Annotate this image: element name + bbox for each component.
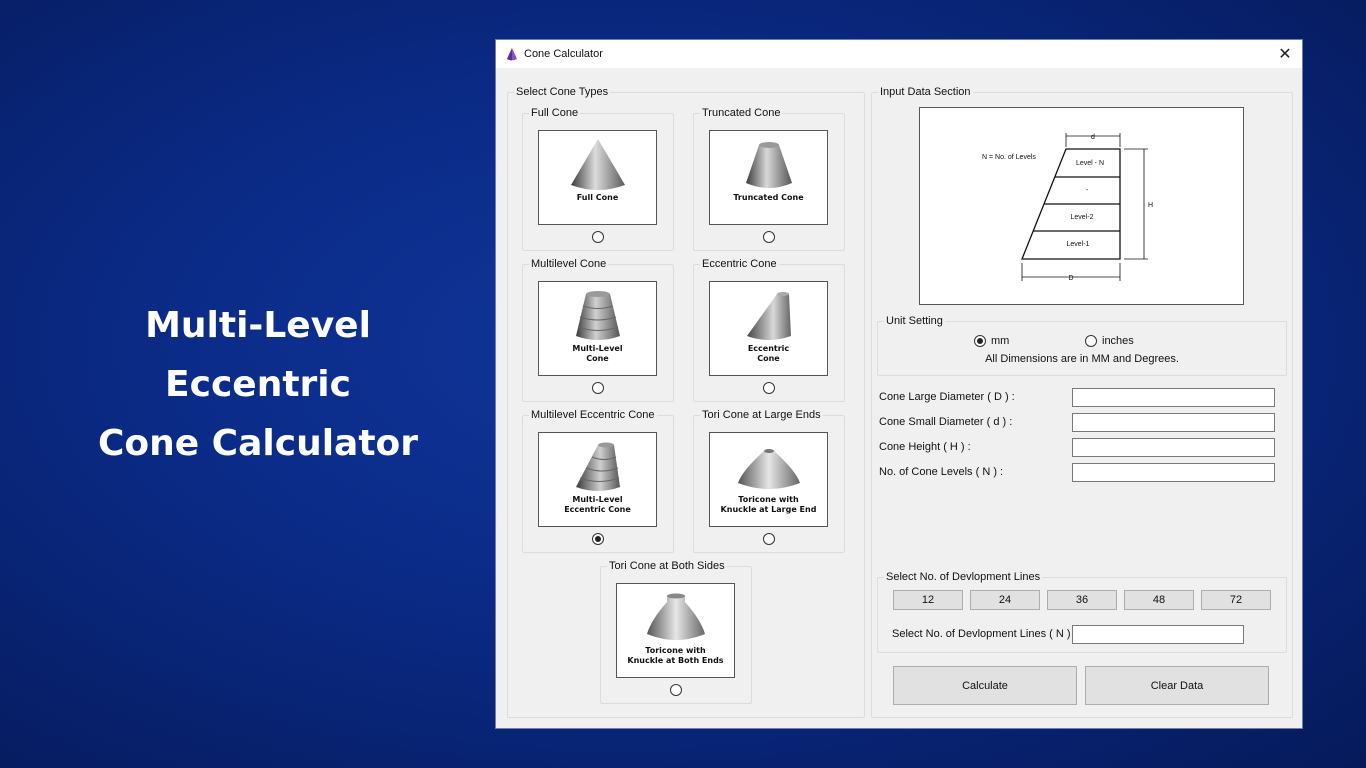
- unit-inches-radio[interactable]: [1085, 335, 1097, 347]
- cone-caption: Toricone with Knuckle at Large End: [720, 495, 817, 514]
- cone-caption: Multi-Level Eccentric Cone: [564, 495, 631, 514]
- cone-caption: Eccentric Cone: [747, 344, 790, 363]
- diagram-legend: N = No. of Levels: [982, 154, 1036, 161]
- diagram-level-n: Level - N: [1076, 160, 1104, 167]
- full-cone-image: Full Cone: [538, 130, 657, 225]
- tori-both-cone-radio[interactable]: [670, 684, 682, 696]
- diagram-level-2: Level-2: [1071, 214, 1094, 221]
- unit-mm-radio[interactable]: [974, 335, 986, 347]
- eccentric-cone-image: Eccentric Cone: [709, 281, 828, 376]
- truncated-cone-icon: [745, 142, 792, 188]
- close-button[interactable]: ✕: [1274, 43, 1296, 65]
- dev-lines-input-label: Select No. of Devlopment Lines ( N ) :: [892, 628, 1077, 640]
- tori-large-cone-radio[interactable]: [763, 533, 775, 545]
- cone-levels-label: No. of Cone Levels ( N ) :: [879, 466, 1004, 478]
- unit-setting-label: Unit Setting: [884, 314, 945, 328]
- unit-inches-label: inches: [1102, 335, 1134, 347]
- cone-option-multilevel: Multilevel Cone Multi-Level Cone: [522, 257, 674, 402]
- cone-levels-diagram: N = No. of Levels d D H Level - N - Leve…: [919, 107, 1244, 305]
- cone-option-multilevel-eccentric: Multilevel Eccentric Cone Multi-Level Ec…: [522, 408, 674, 553]
- hero-title: Multi-Level Eccentric Cone Calculator: [48, 296, 468, 473]
- diagram-level-1: Level-1: [1067, 241, 1090, 248]
- small-diameter-label: Cone Small Diameter ( d ) :: [879, 416, 1013, 428]
- full-cone-radio[interactable]: [592, 231, 604, 243]
- unit-inches-option[interactable]: inches: [1085, 335, 1134, 347]
- small-diameter-input[interactable]: [1072, 413, 1275, 432]
- multilevel-cone-icon: [575, 291, 620, 340]
- dev-lines-72-button[interactable]: 72: [1201, 590, 1271, 610]
- cone-card-label: Truncated Cone: [700, 106, 783, 120]
- cone-option-truncated: Truncated Cone Truncated Cone: [693, 106, 845, 251]
- multilevel-eccentric-cone-radio[interactable]: [592, 533, 604, 545]
- dev-lines-36-button[interactable]: 36: [1047, 590, 1117, 610]
- cone-levels-input[interactable]: [1072, 463, 1275, 482]
- cone-option-eccentric: Eccentric Cone Eccentric Cone: [693, 257, 845, 402]
- dev-lines-24-button[interactable]: 24: [970, 590, 1040, 610]
- unit-mm-option[interactable]: mm: [974, 335, 1009, 347]
- unit-note: All Dimensions are in MM and Degrees.: [985, 353, 1179, 365]
- input-data-label: Input Data Section: [878, 85, 973, 99]
- tori-large-cone-icon: [737, 449, 800, 489]
- large-diameter-input[interactable]: [1072, 388, 1275, 407]
- title-bar: Cone Calculator ✕: [496, 40, 1302, 68]
- cone-option-tori-large: Tori Cone at Large Ends Toricone with Kn…: [693, 408, 845, 553]
- multilevel-eccentric-cone-icon: [575, 442, 620, 491]
- cone-caption: Truncated Cone: [733, 193, 804, 202]
- cone-caption: Full Cone: [576, 193, 619, 202]
- cone-option-tori-both: Tori Cone at Both Sides Toricone with Kn…: [600, 559, 752, 704]
- multilevel-cone-image: Multi-Level Cone: [538, 281, 657, 376]
- eccentric-cone-radio[interactable]: [763, 382, 775, 394]
- cone-card-label: Full Cone: [529, 106, 581, 120]
- large-diameter-label: Cone Large Diameter ( D ) :: [879, 391, 1015, 403]
- truncated-cone-radio[interactable]: [763, 231, 775, 243]
- dev-lines-12-button[interactable]: 12: [893, 590, 963, 610]
- dev-lines-input[interactable]: [1072, 625, 1244, 644]
- unit-setting-group: Unit Setting: [877, 314, 1287, 376]
- cone-calculator-window: Cone Calculator ✕ Select Cone Types Full…: [495, 39, 1303, 729]
- diagram-height-dim: H: [1148, 202, 1153, 209]
- hero-line-1: Multi-Level: [145, 305, 371, 346]
- cone-height-input[interactable]: [1072, 438, 1275, 457]
- dev-lines-label: Select No. of Devlopment Lines: [884, 570, 1043, 584]
- hero-line-2: Eccentric: [165, 364, 351, 405]
- cone-height-label: Cone Height ( H ) :: [879, 441, 971, 453]
- tori-both-cone-icon: [646, 593, 705, 640]
- cone-card-label: Tori Cone at Both Sides: [607, 559, 727, 573]
- cone-card-label: Multilevel Cone: [529, 257, 609, 271]
- cone-types-label: Select Cone Types: [514, 85, 611, 99]
- multilevel-eccentric-cone-image: Multi-Level Eccentric Cone: [538, 432, 657, 527]
- cone-card-label: Multilevel Eccentric Cone: [529, 408, 657, 422]
- tori-both-cone-image: Toricone with Knuckle at Both Ends: [616, 583, 735, 678]
- eccentric-cone-icon: [746, 292, 791, 340]
- cone-option-full: Full Cone Full Cone: [522, 106, 674, 251]
- unit-mm-label: mm: [991, 335, 1010, 347]
- full-cone-icon: [570, 139, 625, 190]
- clear-data-button[interactable]: Clear Data: [1085, 666, 1269, 705]
- window-title: Cone Calculator: [524, 48, 603, 60]
- truncated-cone-image: Truncated Cone: [709, 130, 828, 225]
- app-cone-icon: [505, 47, 519, 61]
- calculate-button[interactable]: Calculate: [893, 666, 1077, 705]
- diagram-bottom-dim: D: [1068, 275, 1073, 282]
- hero-line-3: Cone Calculator: [97, 423, 419, 464]
- tori-large-cone-image: Toricone with Knuckle at Large End: [709, 432, 828, 527]
- cone-caption: Multi-Level Cone: [572, 344, 623, 363]
- diagram-level-dash: -: [1086, 187, 1089, 194]
- diagram-top-dim: d: [1091, 134, 1095, 141]
- cone-card-label: Tori Cone at Large Ends: [700, 408, 823, 422]
- cone-caption: Toricone with Knuckle at Both Ends: [627, 646, 724, 665]
- multilevel-cone-radio[interactable]: [592, 382, 604, 394]
- cone-card-label: Eccentric Cone: [700, 257, 779, 271]
- dev-lines-48-button[interactable]: 48: [1124, 590, 1194, 610]
